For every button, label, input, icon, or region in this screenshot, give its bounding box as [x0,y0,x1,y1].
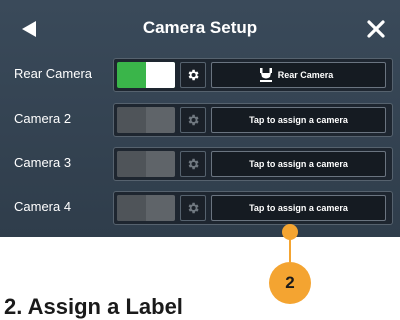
camera-assign-button[interactable]: Tap to assign a camera [211,195,386,221]
camera-row-3: Camera 3 Tap to assign a camera [0,147,400,181]
close-icon [367,20,385,38]
camera-assign-label: Rear Camera [277,70,334,80]
camera-assign-label: Tap to assign a camera [249,203,348,213]
gear-icon [188,202,199,214]
gear-icon [188,114,199,126]
gear-icon [188,158,199,170]
camera-toggle[interactable] [117,107,175,133]
callout-badge: 2 [269,262,311,304]
camera-row-label: Rear Camera [14,66,93,81]
section-heading: 2. Assign a Label [4,294,183,319]
toggle-knob [146,62,175,88]
camera-row-label: Camera 2 [14,111,72,126]
camera-controls: Tap to assign a camera [113,103,393,137]
close-button[interactable] [364,17,388,41]
camera-row-rear: Rear Camera Rear Camera [0,58,400,92]
camera-toggle[interactable] [117,62,175,88]
camera-row-2: Camera 2 Tap to assign a camera [0,103,400,137]
camera-row-label: Camera 4 [14,199,72,214]
settings-button[interactable] [180,107,206,133]
camera-controls: Tap to assign a camera [113,147,393,181]
toggle-knob [117,107,146,133]
camera-row-4: Camera 4 Tap to assign a camera [0,191,400,225]
camera-assign-button[interactable]: Rear Camera [211,62,386,88]
camera-row-label: Camera 3 [14,155,72,170]
camera-setup-panel: Camera Setup Rear Camera Rear Camera Cam… [0,0,400,237]
camera-icon [260,68,272,82]
page-title: Camera Setup [142,18,258,37]
camera-assign-label: Tap to assign a camera [249,115,348,125]
settings-button[interactable] [180,195,206,221]
gear-icon [188,69,199,81]
camera-controls: Rear Camera [113,58,393,92]
callout-dot [282,224,298,240]
camera-assign-label: Tap to assign a camera [249,159,348,169]
camera-assign-button[interactable]: Tap to assign a camera [211,107,386,133]
camera-assign-button[interactable]: Tap to assign a camera [211,151,386,177]
toggle-knob [117,151,146,177]
settings-button[interactable] [180,151,206,177]
camera-toggle[interactable] [117,151,175,177]
camera-toggle[interactable] [117,195,175,221]
toggle-knob [117,195,146,221]
camera-controls: Tap to assign a camera [113,191,393,225]
header: Camera Setup [0,0,400,56]
settings-button[interactable] [180,62,206,88]
